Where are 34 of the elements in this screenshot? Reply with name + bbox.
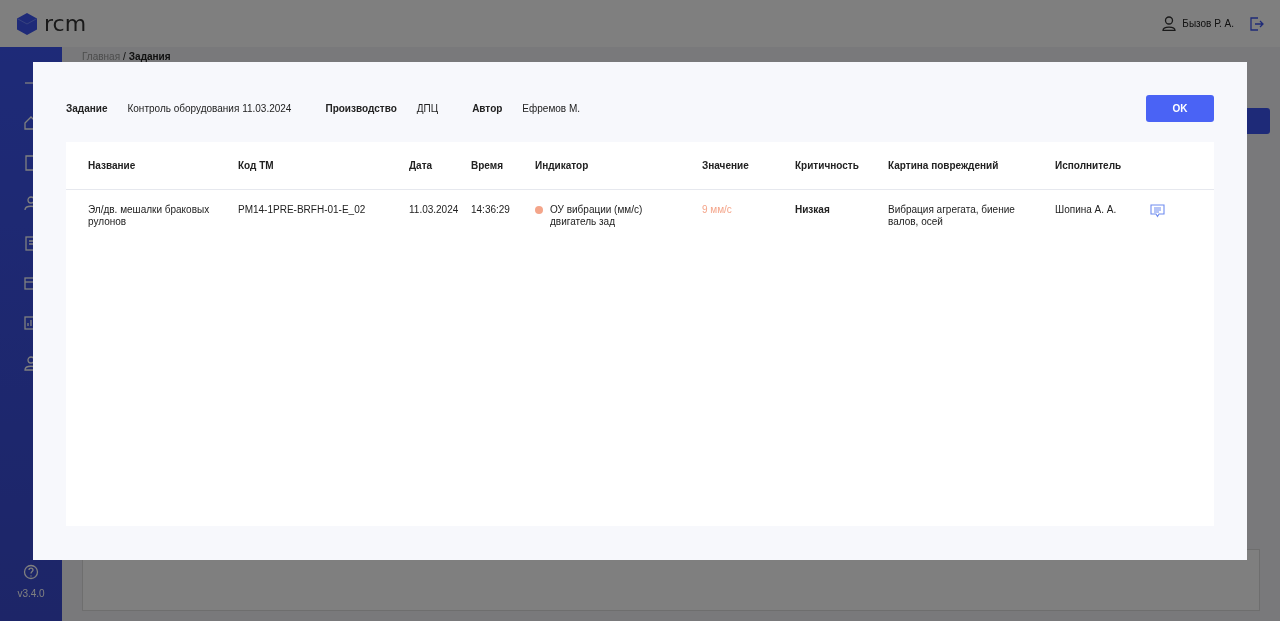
table-cell: PM14-1PRE-BRFH-01-E_02: [238, 204, 366, 215]
field-label: Производство: [325, 103, 397, 114]
breadcrumb-current: Задания: [128, 51, 171, 62]
help-icon[interactable]: [23, 564, 39, 580]
table-cell-text: ОУ вибрации (мм/с) двигатель зад: [550, 204, 644, 228]
field-label: Задание: [66, 103, 108, 114]
ok-button[interactable]: OK: [1146, 95, 1214, 122]
logo-icon: [16, 11, 38, 36]
breadcrumb-separator: /: [123, 51, 126, 62]
column-header: Исполнитель: [1055, 160, 1122, 171]
field-label: Автор: [472, 103, 503, 114]
version-label: v3.4.0: [17, 588, 45, 599]
table-cell: 9 мм/с: [702, 204, 732, 215]
logout-icon[interactable]: [1250, 16, 1264, 31]
table-cell: Эл/дв. мешалки браковых рулонов: [88, 204, 210, 227]
column-header: Время: [471, 160, 503, 171]
field-value: ДПЦ: [416, 103, 439, 114]
field-value: Контроль оборудования 11.03.2024: [127, 103, 292, 114]
column-header: Название: [88, 160, 136, 171]
column-header: Дата: [409, 160, 433, 171]
user-icon: [1162, 16, 1177, 31]
logo-text: rcm: [44, 11, 87, 36]
user-name[interactable]: Бызов Р. А.: [1182, 18, 1234, 29]
column-header: Индикатор: [535, 160, 589, 171]
field-value: Ефремов М.: [522, 103, 580, 114]
column-header: Критичность: [795, 160, 859, 171]
table-cell: 11.03.2024: [409, 204, 459, 215]
table-cell: 14:36:29: [471, 204, 510, 215]
table-cell: Шопина А. А.: [1055, 204, 1117, 215]
column-header: Картина повреждений: [888, 160, 999, 171]
column-header: Код ТМ: [238, 160, 274, 171]
column-header: Значение: [702, 160, 749, 171]
table-cell: Низкая: [795, 204, 830, 215]
table-cell-text: Вибрация агрегата, биение валов, осей: [888, 204, 1016, 228]
